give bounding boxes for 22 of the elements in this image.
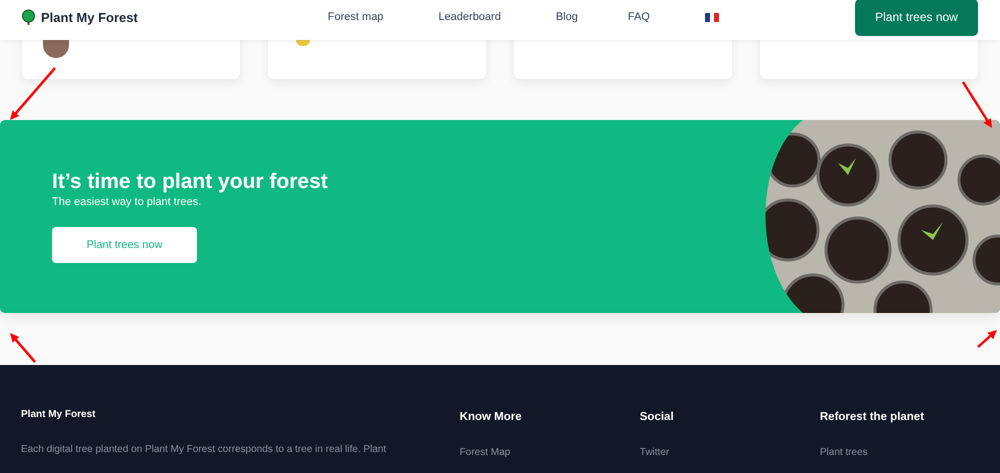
footer-heading: Reforest the planet [820,411,926,423]
banner-subtitle: The easiest way to plant trees. [52,196,202,208]
footer-brand: Plant My Forest [21,409,96,420]
brand-name[interactable]: Plant My Forest [41,10,138,24]
footer-heading: Know More [460,411,523,423]
nav-link[interactable]: Blog [556,11,578,23]
annotation-arrow [977,330,997,348]
plant-trees-button[interactable]: Plant trees now [855,0,978,36]
footer-link[interactable]: Twitter [640,447,670,458]
nav-link[interactable]: Forest map [328,11,384,23]
tree-icon [22,9,35,25]
footer-link[interactable]: Forest Map [460,447,510,458]
flag-icon[interactable] [704,12,719,22]
banner-title: It’s time to plant your forest [52,170,329,194]
footer-description: Each digital tree planted on Plant My Forest corresponds to a tree in real life. Plant [21,444,388,455]
footer-heading: Social [640,411,675,423]
annotation-arrow [962,81,992,128]
annotation-arrow [10,333,36,363]
annotation-arrow [10,67,56,120]
footer-link[interactable]: Plant trees [820,447,868,458]
nav-link[interactable]: FAQ [628,11,650,23]
nav-link[interactable]: Leaderboard [438,11,501,23]
